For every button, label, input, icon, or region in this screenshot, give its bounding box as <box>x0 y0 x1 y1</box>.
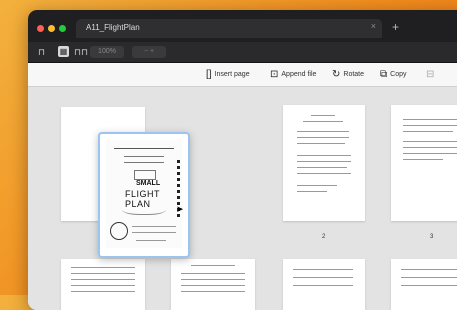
copy-button[interactable]: ⧉ Copy <box>380 69 406 80</box>
zoom-select[interactable]: 100% <box>90 46 124 58</box>
page-thumbnail[interactable] <box>61 259 145 310</box>
nasa-seal-icon <box>110 222 128 240</box>
append-file-icon: ⊡ <box>270 69 279 80</box>
spread-view-icon[interactable]: ⊓⊓ <box>74 46 88 58</box>
close-window-button[interactable] <box>37 25 44 32</box>
page-thumbnail[interactable] <box>391 105 457 221</box>
cover-title-line1: SMALL <box>136 180 161 187</box>
page-thumbnail[interactable] <box>283 105 365 221</box>
page-thumbnail[interactable] <box>171 259 255 310</box>
append-file-label: Append file <box>281 71 317 78</box>
action-bar: [] Insert page ⊡ Append file ↻ Rotate ⧉ Copy… <box>28 63 457 87</box>
copy-icon: ⧉ <box>380 69 388 80</box>
single-page-view-icon[interactable]: ⊓ <box>38 46 45 58</box>
grid-view-icon[interactable]: ▦ <box>58 46 69 57</box>
more-icon: ⊟ <box>426 69 435 80</box>
zoom-controls[interactable]: − + <box>132 46 166 58</box>
flight-plan-cover: SMALL FLIGHT PLAN ➤ <box>106 140 184 248</box>
minimize-window-button[interactable] <box>48 25 55 32</box>
selected-page-thumbnail[interactable]: SMALL FLIGHT PLAN ➤ <box>98 132 190 258</box>
page-grid: 2 3 SMALL FLIGHT PLAN ➤ <box>28 87 457 310</box>
tab-close-icon[interactable]: × <box>371 21 376 31</box>
rotate-icon: ↻ <box>332 69 341 80</box>
insert-page-icon: [] <box>206 69 212 80</box>
append-file-button[interactable]: ⊡ Append file <box>270 69 316 80</box>
rotate-label: Rotate <box>343 71 365 78</box>
document-tab[interactable]: A11_FlightPlan × <box>76 19 382 38</box>
page-number: 3 <box>430 234 434 240</box>
page-number: 2 <box>322 234 326 240</box>
new-tab-button[interactable]: + <box>392 20 399 34</box>
page-thumbnail[interactable] <box>283 259 365 310</box>
zoom-window-button[interactable] <box>59 25 66 32</box>
page-thumbnail[interactable] <box>391 259 457 310</box>
title-bar: A11_FlightPlan × + <box>28 10 457 42</box>
insert-page-button[interactable]: [] Insert page <box>206 69 250 80</box>
mouse-pointer-icon: ➤ <box>176 204 184 214</box>
rotate-button[interactable]: ↻ Rotate <box>332 69 364 80</box>
app-window: A11_FlightPlan × + ⊓ ▦ ⊓⊓ 100% − + [] Ins… <box>28 10 457 310</box>
more-button[interactable]: ⊟ <box>426 69 437 80</box>
insert-page-label: Insert page <box>214 71 250 78</box>
tab-title: A11_FlightPlan <box>86 23 140 32</box>
view-toolbar: ⊓ ▦ ⊓⊓ 100% − + <box>28 42 457 63</box>
copy-label: Copy <box>390 71 407 78</box>
